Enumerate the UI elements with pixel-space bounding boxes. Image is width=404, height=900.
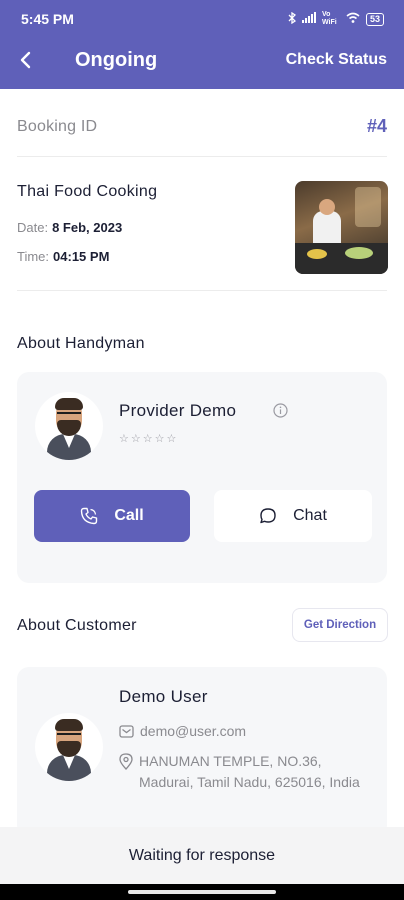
phone-icon <box>81 507 98 525</box>
status-bar: 5:45 PM Vo WiFi 53 <box>0 0 404 38</box>
customer-avatar <box>35 713 103 781</box>
service-image <box>295 181 388 274</box>
handyman-section-title: About Handyman <box>17 335 145 352</box>
app-header: 5:45 PM Vo WiFi 53 Ongoing Check Status <box>0 0 404 89</box>
battery-icon: 53 <box>365 12 384 26</box>
chat-icon <box>260 508 276 524</box>
provider-name: Provider Demo <box>119 401 237 420</box>
service-name: Thai Food Cooking <box>17 183 158 200</box>
call-button[interactable]: Call <box>34 490 190 542</box>
system-nav-bar <box>0 884 404 900</box>
service-time-row: Time: 04:15 PM <box>17 249 109 264</box>
time-value: 04:15 PM <box>53 249 110 264</box>
chevron-left-icon <box>20 51 31 69</box>
status-time: 5:45 PM <box>21 11 74 27</box>
mail-icon <box>119 724 134 738</box>
wifi-icon <box>346 12 360 26</box>
location-pin-icon <box>119 753 133 770</box>
rating-stars: ☆☆☆☆☆ <box>119 433 179 445</box>
check-status-button[interactable]: Check Status <box>286 51 387 69</box>
booking-status-bar: Waiting for response <box>0 827 404 884</box>
customer-name: Demo User <box>119 687 208 706</box>
get-direction-button[interactable]: Get Direction <box>292 608 388 642</box>
booking-id-row: Booking ID #4 <box>17 114 387 140</box>
divider <box>17 290 387 291</box>
date-value: 8 Feb, 2023 <box>52 220 123 235</box>
booking-id-label: Booking ID <box>17 118 98 135</box>
customer-email: demo@user.com <box>140 723 247 739</box>
page-title: Ongoing <box>75 49 158 71</box>
service-date-row: Date: 8 Feb, 2023 <box>17 220 122 235</box>
customer-email-row[interactable]: demo@user.com <box>119 723 246 739</box>
customer-address: HANUMAN TEMPLE, NO.36, Madurai, Tamil Na… <box>139 753 360 790</box>
status-icons: Vo WiFi 53 <box>288 11 384 27</box>
chat-button[interactable]: Chat <box>214 490 372 542</box>
handyman-card: Provider Demo ☆☆☆☆☆ Call Chat <box>17 372 387 583</box>
divider <box>17 156 387 157</box>
call-label: Call <box>114 507 144 524</box>
provider-avatar[interactable] <box>35 392 103 460</box>
customer-card: Demo User demo@user.com HANUMAN TEMPLE, … <box>17 667 387 837</box>
customer-section-title: About Customer <box>17 617 137 634</box>
status-text: Waiting for response <box>128 846 276 864</box>
vowifi-label: Vo WiFi <box>321 11 337 26</box>
booking-id-value: #4 <box>366 116 387 136</box>
home-indicator[interactable] <box>128 890 276 894</box>
back-button[interactable] <box>14 46 36 74</box>
signal-icon <box>301 12 316 26</box>
chat-label: Chat <box>293 507 327 524</box>
time-label: Time: <box>17 249 50 264</box>
date-label: Date: <box>17 220 49 235</box>
info-icon[interactable] <box>273 403 288 423</box>
customer-address-row[interactable]: HANUMAN TEMPLE, NO.36, Madurai, Tamil Na… <box>119 751 369 793</box>
bluetooth-icon <box>288 11 297 27</box>
